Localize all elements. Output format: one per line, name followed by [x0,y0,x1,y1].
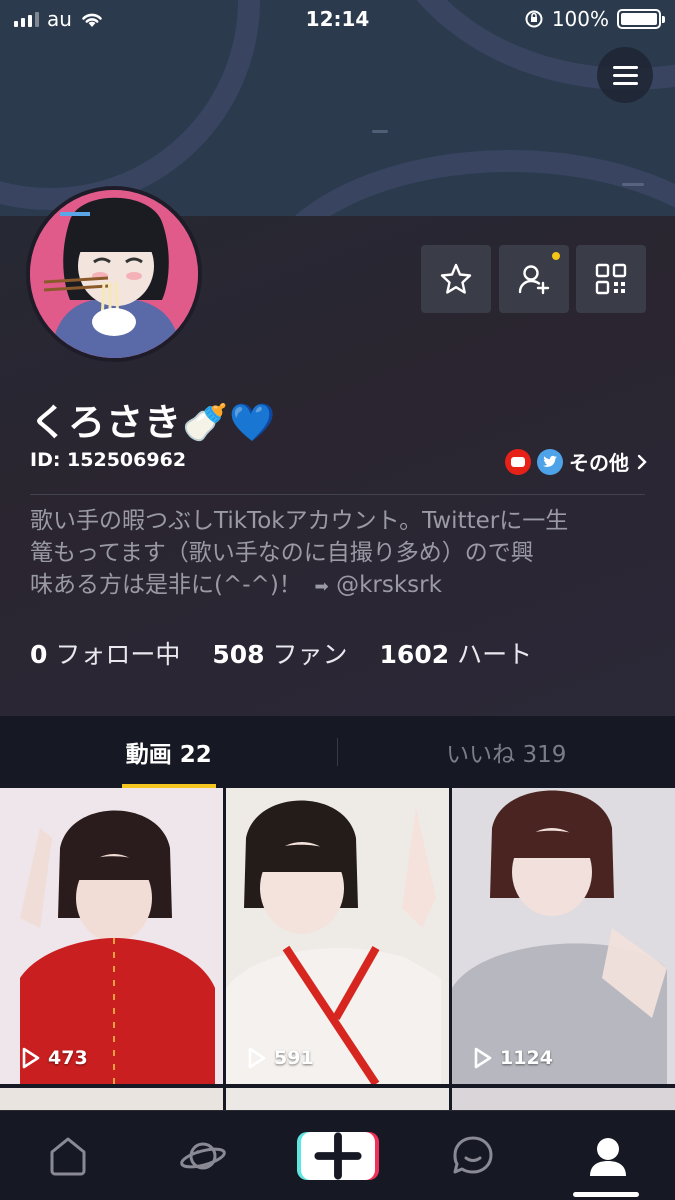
video-thumbnail-image [0,788,223,1084]
following-label: フォロー中 [55,640,181,669]
wifi-icon [82,13,102,27]
signal-icon [14,11,39,27]
fans-label: ファン [272,640,348,669]
video-thumbnail[interactable]: 473 [0,788,223,1084]
arrow-right-icon: ➡ [309,577,329,597]
view-count: 473 [18,1046,88,1070]
add-user-icon [518,265,550,295]
orientation-lock-icon [525,10,543,28]
cover-decoration [372,130,388,133]
video-thumbnail[interactable]: 1124 [452,788,675,1084]
view-count-value: 1124 [500,1047,553,1069]
star-icon [440,263,472,294]
create-button[interactable] [300,1131,375,1180]
chevron-right-icon [637,454,647,469]
video-thumbnail[interactable]: 591 [226,788,449,1084]
fans-count: 508 [212,640,265,669]
tab-separator [337,738,338,766]
twitter-icon[interactable] [537,448,563,475]
user-id: ID: 152506962 [30,449,187,471]
carrier-label: au [47,7,72,31]
follow-button[interactable] [499,245,569,313]
bio-line: 篭もってます（歌い手なのに自撮り多め）ので興 [30,540,534,566]
view-count: 591 [244,1046,314,1070]
video-thumbnail[interactable] [452,1088,675,1112]
divider [30,494,645,495]
battery-icon [617,9,665,29]
youtube-icon[interactable] [505,448,531,475]
hearts-label: ハート [457,640,533,669]
favorite-button[interactable] [421,245,491,313]
video-thumbnail[interactable] [0,1088,223,1112]
menu-button[interactable] [597,47,653,103]
play-icon [248,1047,266,1069]
cover-decoration [622,183,644,186]
bio-line-text: 味ある方は是非に(^-^)！ [30,572,302,598]
video-thumbnail-image [226,788,449,1084]
tab-videos[interactable]: 動画 22 [0,716,338,788]
view-count-value: 591 [274,1047,314,1069]
view-count: 1124 [470,1046,553,1070]
home-icon [50,1137,85,1175]
nav-discover[interactable] [163,1116,243,1196]
social-links[interactable]: その他 [505,447,649,476]
bio-handle-link[interactable]: @krsksrk [336,572,442,598]
status-bar: au 12:14 100% [0,0,675,38]
following-count: 0 [30,640,48,669]
bio-line: 歌い手の暇つぶしTikTokアカウント。Twitterに一生 [30,508,569,534]
nav-create[interactable] [298,1116,378,1196]
hearts-count: 1602 [379,640,450,669]
avatar-illustration [30,190,198,358]
links-more-label[interactable]: その他 [569,447,629,476]
cover-decoration [250,150,675,216]
following-stat[interactable]: 0 フォロー中 [30,635,180,671]
profile-icon [589,1137,626,1176]
qr-code-icon [595,263,627,295]
play-icon [22,1047,40,1069]
tab-likes[interactable]: いいね 319 [338,716,675,788]
profile-stats: 0 フォロー中 508 ファン 1602 ハート [30,635,532,671]
video-thumbnail-image [452,788,675,1084]
notification-dot [552,252,560,260]
hearts-stat: 1602 ハート [380,635,533,671]
fans-stat[interactable]: 508 ファン [212,635,347,671]
nav-profile[interactable] [568,1116,648,1196]
view-count-value: 473 [48,1047,88,1069]
chat-bubble-icon [453,1136,492,1173]
qr-code-button[interactable] [576,245,646,313]
video-thumbnail[interactable] [226,1088,449,1112]
bio: 歌い手の暇つぶしTikTokアカウント。Twitterに一生 篭もってます（歌い… [30,505,650,603]
play-icon [474,1047,492,1069]
home-indicator [573,1192,639,1197]
avatar[interactable] [26,186,202,362]
nav-messages[interactable] [433,1116,513,1196]
display-name: くろさき🍼💙 [30,401,277,444]
bottom-navigation [0,1110,675,1200]
nav-home[interactable] [28,1116,108,1196]
battery-percent: 100% [551,7,609,31]
planet-icon [179,1142,226,1169]
bio-line: 味ある方は是非に(^-^)！ ➡ @krsksrk [30,569,650,603]
plus-icon [313,1131,362,1180]
